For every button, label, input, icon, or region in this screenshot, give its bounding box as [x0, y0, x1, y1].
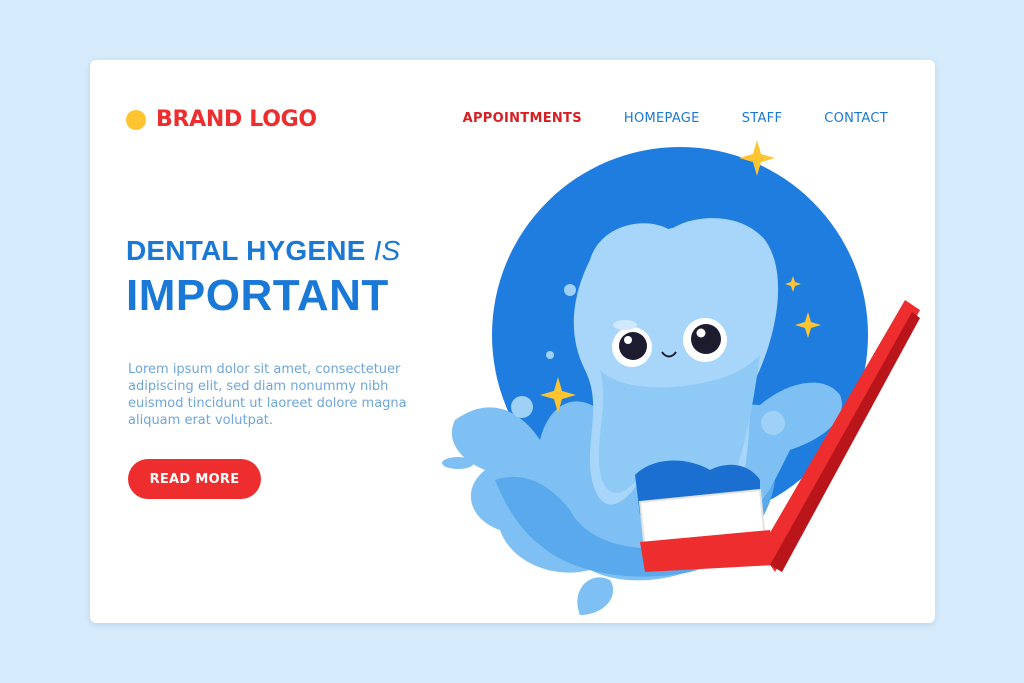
main-nav: APPOINTMENTS HOMEPAGE STAFF CONTACT — [421, 111, 888, 126]
read-more-button[interactable]: READ MORE — [128, 459, 261, 499]
hero-title-main: DENTAL HYGENE — [126, 235, 366, 266]
brand-logo[interactable]: BRAND LOGO — [126, 107, 317, 132]
tooth-pupil-left — [619, 332, 647, 360]
hero-title-line1: DENTAL HYGENE IS — [126, 235, 400, 267]
tooth-blush — [613, 320, 637, 330]
hero-title: DENTAL HYGENE IS IMPORTANT — [126, 235, 400, 321]
hero-title-suffix: IS — [373, 235, 401, 266]
nav-item-homepage[interactable]: HOMEPAGE — [624, 111, 700, 126]
landing-card: BRAND LOGO APPOINTMENTS HOMEPAGE STAFF C… — [90, 60, 935, 623]
water-drop — [577, 577, 614, 615]
bubble — [511, 396, 533, 418]
water-drop — [461, 435, 479, 445]
bubble — [546, 351, 554, 359]
hero-title-line2: IMPORTANT — [126, 271, 389, 320]
brand-name: BRAND LOGO — [156, 107, 317, 132]
nav-item-staff[interactable]: STAFF — [742, 111, 783, 126]
bubble — [564, 284, 576, 296]
tooth-pupil-right — [691, 324, 721, 354]
tooth-eye-shine — [624, 336, 632, 344]
water-drop — [442, 457, 474, 469]
nav-item-contact[interactable]: CONTACT — [824, 111, 888, 126]
bubble — [761, 411, 785, 435]
tooth-eye-shine — [696, 328, 706, 338]
brand-dot-icon — [126, 109, 146, 130]
tooth-illustration — [442, 140, 920, 615]
nav-item-appointments[interactable]: APPOINTMENTS — [463, 111, 582, 126]
hero-description: Lorem ipsum dolor sit amet, consectetuer… — [128, 362, 407, 428]
